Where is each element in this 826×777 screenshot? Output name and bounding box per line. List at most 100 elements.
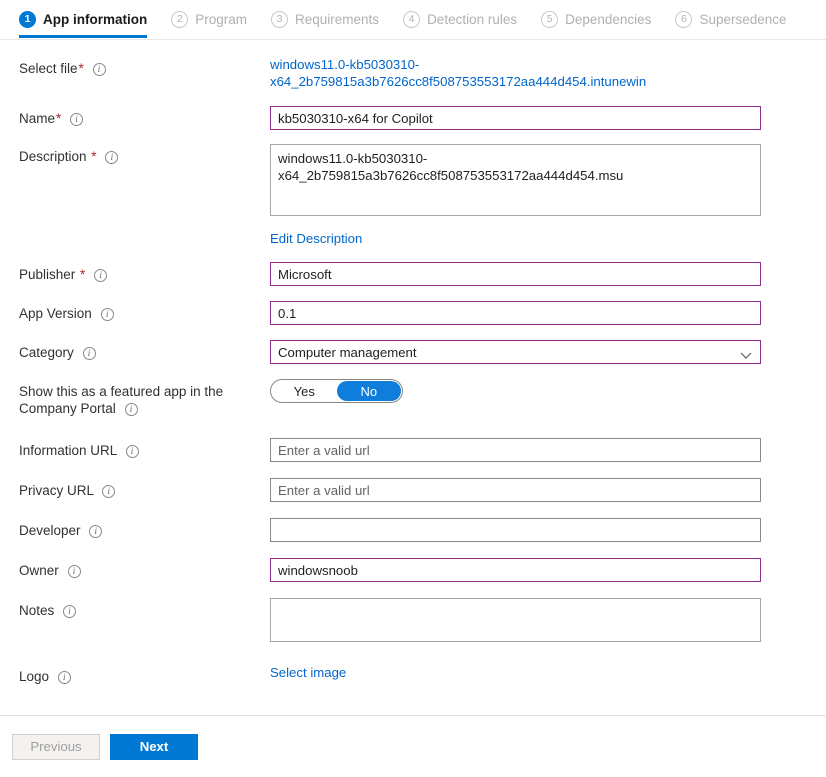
row-notes: Notes i [0,598,826,642]
toggle-option-yes[interactable]: Yes [272,381,337,401]
info-icon-app-version[interactable]: i [100,308,114,321]
row-publisher: Publisher * i [0,262,826,286]
tab-label-requirements: Requirements [295,11,380,27]
label-text-featured-app-line2: Company Portal [19,401,116,416]
category-select-wrapper: Computer management [270,340,761,364]
field-app-version [270,301,826,325]
edit-description-link[interactable]: Edit Description [270,230,362,247]
required-marker-select-file: * [78,61,84,76]
tab-dependencies[interactable]: 5 Dependencies [541,0,651,38]
step-number-4: 4 [403,10,421,28]
name-input[interactable] [270,106,761,130]
field-description: Edit Description [270,144,826,248]
tab-label-program: Program [195,11,248,27]
info-icon-featured-app[interactable]: i [124,403,138,416]
info-icon-category[interactable]: i [82,347,96,360]
required-marker-name: * [56,111,62,126]
required-marker-publisher: * [80,267,86,282]
label-description: Description * i [19,144,270,165]
label-name: Name* i [19,106,270,127]
label-text-app-version: App Version [19,306,92,321]
label-text-description: Description [19,149,87,164]
label-text-publisher: Publisher [19,267,76,282]
field-name [270,106,826,130]
tab-detection-rules[interactable]: 4 Detection rules [403,0,517,38]
category-selected-value: Computer management [278,344,417,360]
tab-supersedence[interactable]: 6 Supersedence [675,0,787,38]
info-icon-developer[interactable]: i [89,525,103,538]
info-icon-select-file[interactable]: i [92,63,106,76]
info-icon-privacy-url[interactable]: i [102,485,116,498]
label-information-url: Information URL i [19,438,270,459]
info-icon-logo[interactable]: i [57,671,71,684]
label-privacy-url: Privacy URL i [19,478,270,499]
step-number-3: 3 [271,10,289,28]
field-select-file: windows11.0-kb5030310-x64_2b759815a3b762… [270,56,826,91]
row-information-url: Information URL i [0,438,826,462]
field-publisher [270,262,826,286]
info-icon-owner[interactable]: i [67,565,81,578]
info-icon-description[interactable]: i [105,151,119,164]
label-app-version: App Version i [19,301,270,322]
information-url-input[interactable] [270,438,761,462]
publisher-input[interactable] [270,262,761,286]
field-owner [270,558,826,582]
step-number-5: 5 [541,10,559,28]
notes-textarea[interactable] [270,598,761,642]
tab-requirements[interactable]: 3 Requirements [271,0,379,38]
label-notes: Notes i [19,598,270,619]
step-number-2: 2 [171,10,189,28]
privacy-url-input[interactable] [270,478,761,502]
row-category: Category i Computer management [0,340,826,364]
developer-input[interactable] [270,518,761,542]
row-logo: Logo i Select image [0,664,826,685]
info-icon-notes[interactable]: i [63,605,77,618]
tab-app-information[interactable]: 1 App information [19,0,148,38]
selected-file-link[interactable]: windows11.0-kb5030310-x64_2b759815a3b762… [270,56,646,90]
label-text-privacy-url: Privacy URL [19,483,94,498]
next-button[interactable]: Next [110,733,198,760]
wizard-tab-strip: 1 App information 2 Program 3 Requiremen… [0,0,826,40]
row-privacy-url: Privacy URL i [0,478,826,502]
row-featured-app: Show this as a featured app in the Compa… [0,379,826,417]
app-version-input[interactable] [270,301,761,325]
app-information-form: Select file* i windows11.0-kb5030310-x64… [0,40,826,714]
row-description: Description * i Edit Description [0,144,826,248]
tab-label-detection-rules: Detection rules [427,11,518,27]
required-marker-description: * [91,149,97,164]
tab-program[interactable]: 2 Program [171,0,247,38]
field-information-url [270,438,826,462]
label-text-information-url: Information URL [19,443,117,458]
label-text-logo: Logo [19,669,50,684]
label-text-featured-app-line1: Show this as a featured app in the [19,384,224,399]
field-featured-app: Yes No [270,379,826,403]
label-text-select-file: Select file [19,61,78,76]
row-owner: Owner i [0,558,826,582]
info-icon-information-url[interactable]: i [125,445,139,458]
field-category: Computer management [270,340,826,364]
category-select[interactable]: Computer management [270,340,761,364]
label-text-notes: Notes [19,603,55,618]
select-image-link[interactable]: Select image [270,664,346,681]
label-publisher: Publisher * i [19,262,270,283]
info-icon-name[interactable]: i [70,113,84,126]
tab-label-app-information: App information [43,11,148,27]
label-text-developer: Developer [19,523,81,538]
previous-button[interactable]: Previous [12,733,100,760]
owner-input[interactable] [270,558,761,582]
label-text-name: Name [19,111,56,126]
label-category: Category i [19,340,270,361]
toggle-option-no[interactable]: No [336,381,401,401]
label-select-file: Select file* i [19,56,270,77]
label-logo: Logo i [19,664,270,685]
featured-app-toggle[interactable]: Yes No [270,379,403,403]
row-select-file: Select file* i windows11.0-kb5030310-x64… [0,56,826,91]
tab-label-dependencies: Dependencies [565,11,652,27]
row-app-version: App Version i [0,301,826,325]
field-notes [270,598,826,642]
wizard-footer: Previous Next [0,715,826,777]
tab-label-supersedence: Supersedence [699,11,787,27]
info-icon-publisher[interactable]: i [94,269,108,282]
description-textarea[interactable] [270,144,761,216]
label-developer: Developer i [19,518,270,539]
